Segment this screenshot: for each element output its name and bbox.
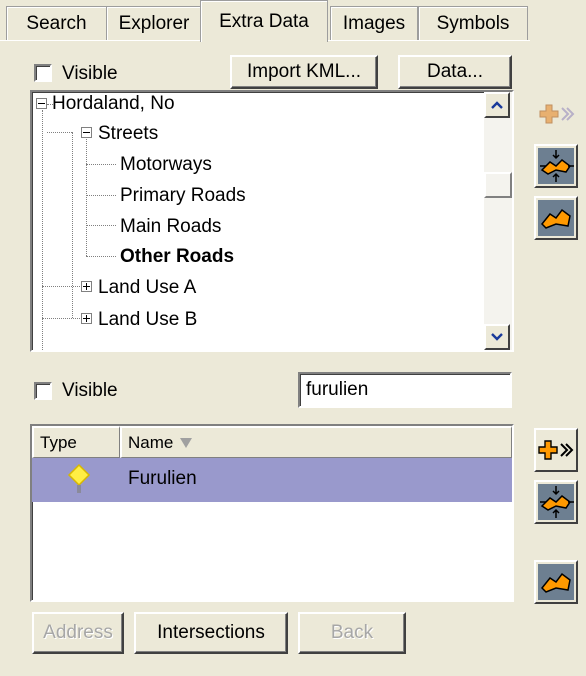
table-row[interactable]: Furulien [32,458,512,502]
tab-label: Search [26,12,87,34]
tab-images[interactable]: Images [330,6,418,40]
column-header-type[interactable]: Type [32,426,120,458]
column-header-type-label: Type [40,432,77,452]
show-result-button[interactable] [534,560,578,604]
tree-node-land-use-a[interactable]: Land Use A [98,277,196,299]
intersections-button[interactable]: Intersections [134,612,288,654]
import-kml-button[interactable]: Import KML... [230,55,378,89]
layer-tree[interactable]: Hordaland, No Streets Motorways Primary … [30,90,514,352]
tree-node-motorways[interactable]: Motorways [120,154,212,176]
tree-line [47,132,72,133]
add-layer-button[interactable] [534,92,578,136]
collapse-toggle-root[interactable] [36,98,47,109]
tab-symbols[interactable]: Symbols [418,6,528,40]
add-arrow-icon [539,104,575,124]
scroll-thumb[interactable] [484,172,512,198]
place-marker-icon [67,463,91,493]
visible-checkbox-bottom[interactable] [34,382,52,400]
tree-line [42,286,82,287]
zoom-extent-icon [538,484,574,520]
scroll-down-button[interactable] [484,324,510,350]
tree-line [86,256,116,257]
tab-explorer[interactable]: Explorer [106,6,202,40]
tree-line [86,164,116,165]
visible-label-bottom: Visible [62,380,118,401]
tree-line [42,318,82,319]
scroll-up-button[interactable] [484,92,510,118]
sort-desc-icon [180,437,193,448]
address-button[interactable]: Address [32,612,124,654]
data-button[interactable]: Data... [398,55,512,89]
visible-checkbox-top[interactable] [34,64,52,82]
tree-line [86,136,87,256]
tree-line [72,132,73,318]
visible-label-top: Visible [62,63,118,84]
expand-toggle-land-use-b[interactable] [81,313,92,324]
tab-label: Explorer [118,12,190,34]
search-input-value: furulien [306,379,369,400]
expand-toggle-land-use-a[interactable] [81,281,92,292]
tab-extra-data[interactable]: Extra Data [200,0,328,42]
tab-search[interactable]: Search [6,6,107,40]
map-area-icon [538,564,574,600]
collapse-toggle-streets[interactable] [81,127,92,138]
tree-line [42,110,43,350]
tree-scrollbar[interactable] [484,92,512,350]
zoom-extent-icon [538,148,574,184]
zoom-to-layer-button[interactable] [534,144,578,188]
tab-label: Symbols [436,12,510,34]
chevron-up-icon [491,101,503,109]
back-button[interactable]: Back [298,612,406,654]
show-layer-button[interactable] [534,196,578,240]
chevron-down-icon [491,333,503,341]
map-area-icon [538,200,574,236]
tree-node-land-use-b[interactable]: Land Use B [98,309,197,331]
tab-label: Images [342,12,406,34]
column-header-name-label: Name [128,432,174,452]
tree-node-other-roads[interactable]: Other Roads [120,246,234,268]
tree-node-main-roads[interactable]: Main Roads [120,216,221,238]
column-header-name[interactable]: Name [120,426,512,458]
tree-node-streets[interactable]: Streets [98,123,158,145]
tree-line [86,195,116,196]
tab-label: Extra Data [219,10,309,32]
row-name: Furulien [128,468,197,489]
add-result-button[interactable] [534,428,578,472]
tree-line [86,225,116,226]
tree-node-primary-roads[interactable]: Primary Roads [120,185,246,207]
zoom-to-result-button[interactable] [534,480,578,524]
add-arrow-icon [538,440,574,460]
search-input[interactable]: furulien [298,372,512,408]
tree-node-root[interactable]: Hordaland, No [52,93,175,115]
